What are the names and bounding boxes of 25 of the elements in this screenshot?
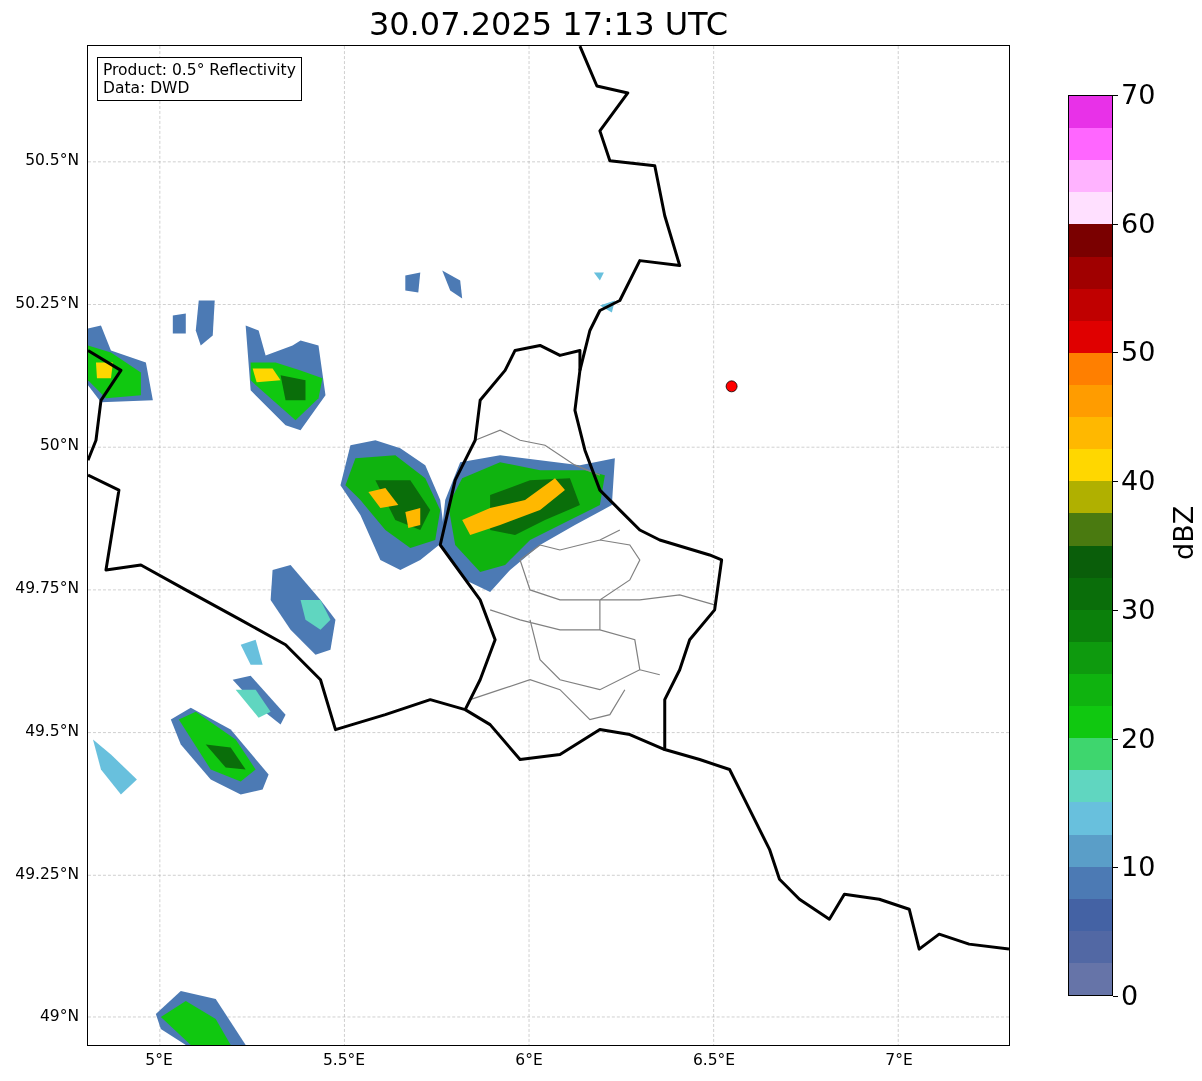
colorbar-label: dBZ xyxy=(1168,505,1199,560)
longitude-label: 5°E xyxy=(145,1051,173,1069)
source-label: Data: DWD xyxy=(103,79,191,97)
longitude-label: 7°E xyxy=(885,1051,913,1069)
colorbar-tick-label: 40 xyxy=(1113,466,1156,497)
latitude-label: 49°N xyxy=(39,1007,79,1026)
latitude-label: 49.75°N xyxy=(15,579,79,598)
colorbar-tick-label: 60 xyxy=(1113,208,1156,239)
latitude-label: 50.25°N xyxy=(15,293,79,312)
colorbar-tick-label: 20 xyxy=(1113,723,1156,754)
colorbar-tick-label: 10 xyxy=(1113,852,1156,883)
longitude-label: 6°E xyxy=(515,1051,543,1069)
latitude-label: 49.25°N xyxy=(15,864,79,883)
longitude-label: 5.5°E xyxy=(322,1051,366,1069)
colorbar-tick-label: 70 xyxy=(1113,80,1156,110)
colorbar-tick-label: 30 xyxy=(1113,594,1156,625)
station-marker xyxy=(725,380,738,393)
colorbar-tick-label: 50 xyxy=(1113,337,1156,368)
plot-title: 30.07.2025 17:13 UTC xyxy=(367,4,730,45)
product-label: Product: 0.5° Reflectivity xyxy=(103,61,296,79)
latitude-label: 49.5°N xyxy=(25,721,79,740)
colorbar-tick-label: 0 xyxy=(1113,980,1156,1011)
longitude-label: 6.5°E xyxy=(692,1051,736,1069)
latitude-label: 50.5°N xyxy=(25,151,79,169)
latitude-label: 50°N xyxy=(39,436,79,455)
